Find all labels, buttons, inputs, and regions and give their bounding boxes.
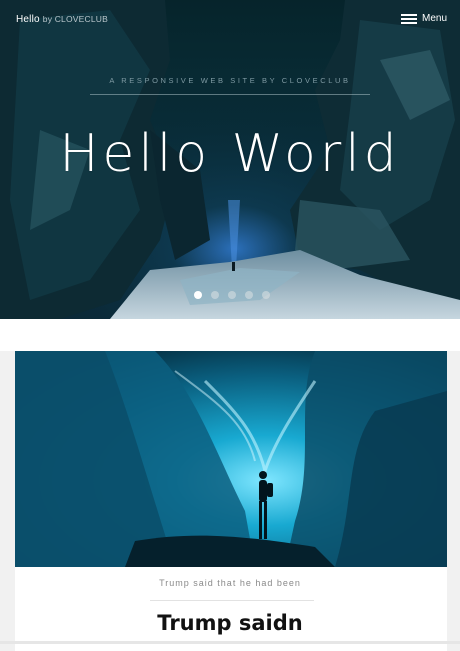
hero-divider	[90, 94, 370, 95]
hero-slider: Hello by CLOVECLUB Menu A RESPONSIVE WEB…	[0, 0, 460, 319]
hero-title: Hello World	[59, 124, 401, 184]
menu-button[interactable]: Menu	[400, 13, 447, 24]
article-subtitle: Trump said that he had been	[159, 578, 301, 588]
article-title[interactable]: Trump saidn	[0, 611, 460, 635]
menu-label: Menu	[421, 13, 447, 24]
article-card[interactable]	[15, 351, 447, 651]
hamburger-icon	[400, 13, 417, 24]
brand-logo[interactable]: Hello by CLOVECLUB	[16, 14, 108, 25]
slider-dot-5[interactable]	[262, 291, 270, 299]
slider-dot-2[interactable]	[211, 291, 219, 299]
article-divider	[150, 600, 314, 601]
hero-tagline: A RESPONSIVE WEB SITE BY CLOVECLUB	[109, 76, 351, 85]
slider-dot-4[interactable]	[245, 291, 253, 299]
article-image[interactable]	[15, 351, 447, 567]
slider-dot-3[interactable]	[228, 291, 236, 299]
section-spacer	[0, 319, 460, 351]
slider-pagination	[194, 291, 270, 299]
brand-name: Hello	[16, 14, 40, 25]
slider-dot-1[interactable]	[194, 291, 202, 299]
brand-byline: by CLOVECLUB	[42, 14, 109, 24]
